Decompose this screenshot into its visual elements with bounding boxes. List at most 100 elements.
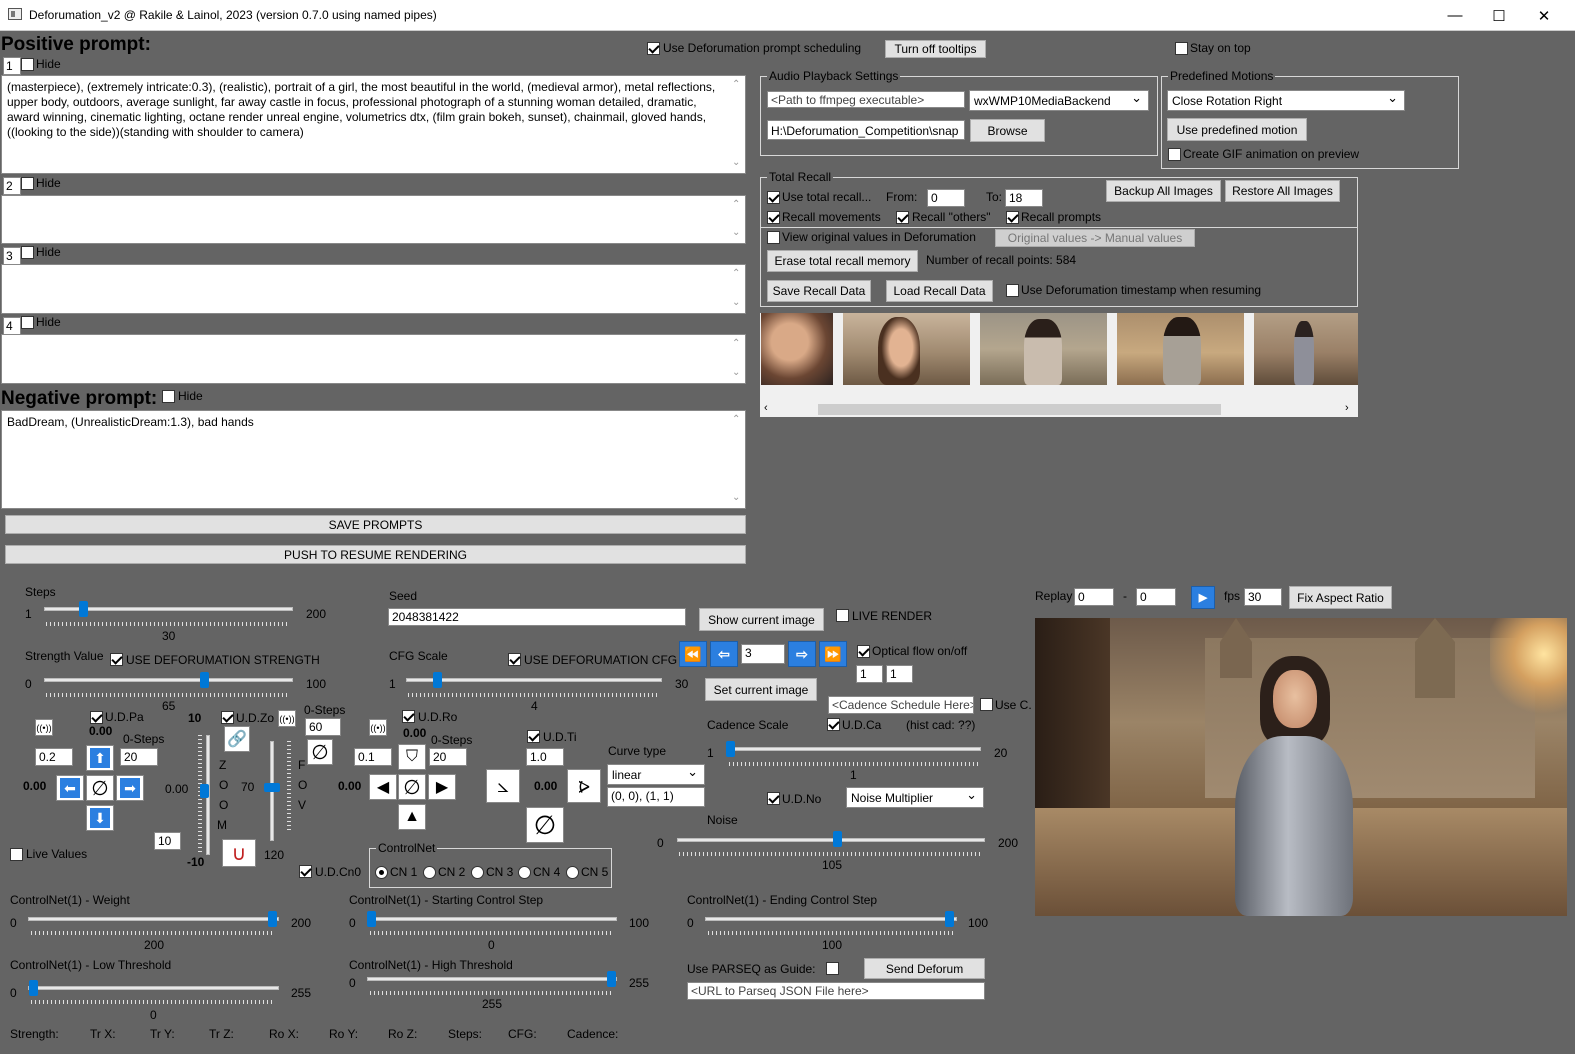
recall-others-checkbox[interactable]	[896, 211, 909, 224]
prompt-2-textarea[interactable]	[1, 195, 746, 244]
cadence-slider-thumb[interactable]	[726, 741, 735, 757]
predefined-motion-select[interactable]: Close Rotation Right	[1167, 90, 1405, 111]
recall-to-input[interactable]: 18	[1005, 189, 1043, 207]
maximize-icon[interactable]: ☐	[1476, 0, 1522, 31]
live-render-checkbox[interactable]	[836, 609, 849, 622]
cn-high-track[interactable]	[367, 977, 617, 981]
optical-flow-checkbox[interactable]	[857, 645, 870, 658]
pan-ten-input[interactable]: 10	[154, 832, 181, 850]
browse-button[interactable]: Browse	[970, 119, 1045, 142]
snapshot-path-input[interactable]: H:\Deforumation_Competition\snap	[767, 120, 965, 140]
rotation-step-input[interactable]: 0.1	[354, 748, 392, 766]
pan-reset-icon[interactable]: ∅	[86, 775, 114, 801]
replay-from-input[interactable]: 0	[1074, 588, 1114, 606]
scroll-right-icon[interactable]: ›	[1345, 402, 1349, 414]
cn-end-track[interactable]	[705, 917, 957, 921]
play-icon[interactable]: ▶	[1191, 586, 1215, 609]
rotate-left-icon[interactable]: ◀	[369, 774, 397, 800]
cn-weight-thumb[interactable]	[268, 911, 277, 927]
zoom-vertical-thumb[interactable]	[264, 783, 280, 792]
timestamp-checkbox[interactable]	[1006, 284, 1019, 297]
prompt-1-textarea[interactable]: (masterpiece), (extremely intricate:0.3)…	[1, 75, 746, 174]
cfg-slider-thumb[interactable]	[433, 672, 442, 688]
cn-low-track[interactable]	[28, 986, 279, 990]
cn1-radio[interactable]	[375, 866, 388, 879]
prompt-3-scrollbar[interactable]	[728, 266, 744, 312]
cn-start-thumb[interactable]	[367, 911, 376, 927]
save-recall-data-button[interactable]: Save Recall Data	[767, 280, 871, 302]
step-back-icon[interactable]: ⇦	[710, 641, 738, 667]
backup-all-images-button[interactable]: Backup All Images	[1106, 180, 1221, 202]
rotation-reset-icon[interactable]: ∅	[398, 774, 426, 800]
rotation-audio-icon[interactable]: ((•))	[369, 719, 387, 736]
prompt-1-hide-checkbox[interactable]	[21, 58, 34, 71]
seed-input[interactable]: 2048381422	[388, 608, 686, 626]
load-recall-data-button[interactable]: Load Recall Data	[886, 280, 993, 302]
ud-zo-checkbox[interactable]	[221, 711, 234, 724]
noise-slider-track[interactable]	[677, 838, 985, 842]
thumbnail-3[interactable]	[980, 313, 1107, 385]
prompt-1-scrollbar[interactable]	[728, 77, 744, 172]
ud-cn0-checkbox[interactable]	[299, 865, 312, 878]
cn-high-thumb[interactable]	[607, 971, 616, 987]
pan-step-input[interactable]: 0.2	[35, 748, 73, 766]
thumbnail-1[interactable]	[761, 313, 833, 385]
original-to-manual-button[interactable]: Original values -> Manual values	[995, 229, 1195, 247]
media-backend-select[interactable]: wxWMP10MediaBackend	[969, 90, 1149, 111]
rotate-right-icon[interactable]: ▶	[428, 774, 456, 800]
rewind-fast-icon[interactable]: ⏪	[679, 641, 707, 667]
cadence-slider-track[interactable]	[727, 747, 981, 751]
prompt-3-textarea[interactable]	[1, 264, 746, 314]
cn-weight-track[interactable]	[28, 917, 279, 921]
thumbnail-5[interactable]	[1254, 313, 1358, 385]
cn3-radio[interactable]	[471, 866, 484, 879]
cn2-radio[interactable]	[423, 866, 436, 879]
ud-ro-checkbox[interactable]	[402, 710, 415, 723]
cn-end-thumb[interactable]	[945, 911, 954, 927]
zoom-zero-steps-input[interactable]: 60	[305, 718, 341, 736]
use-predefined-motion-button[interactable]: Use predefined motion	[1167, 118, 1307, 141]
thumbnail-strip[interactable]: ‹ ›	[760, 313, 1358, 417]
optical-flow-a-input[interactable]: 1	[856, 665, 883, 683]
thumbnail-2[interactable]	[843, 313, 970, 385]
rotate-down-icon[interactable]: ▲	[398, 804, 426, 830]
prompt-2-scrollbar[interactable]	[728, 197, 744, 242]
scroll-thumb[interactable]	[818, 404, 1221, 415]
minimize-icon[interactable]: —	[1432, 0, 1478, 31]
ffmpeg-path-input[interactable]: <Path to ffmpeg executable>	[767, 91, 965, 108]
cn5-radio[interactable]	[566, 866, 579, 879]
ud-ti-checkbox[interactable]	[527, 730, 540, 743]
step-forward-icon[interactable]: ⇨	[788, 641, 816, 667]
create-gif-checkbox[interactable]	[1168, 148, 1181, 161]
view-original-checkbox[interactable]	[767, 231, 780, 244]
erase-recall-memory-button[interactable]: Erase total recall memory	[767, 250, 918, 272]
curve-points-input[interactable]: (0, 0), (1, 1)	[607, 787, 705, 807]
set-current-image-button[interactable]: Set current image	[705, 678, 817, 701]
rotate-up-icon[interactable]: ⛉	[398, 744, 426, 770]
cadence-schedule-input[interactable]: <Cadence Schedule Here>	[828, 696, 974, 714]
use-strength-checkbox[interactable]	[110, 653, 123, 666]
cn-start-track[interactable]	[367, 917, 617, 921]
live-values-checkbox[interactable]	[10, 848, 23, 861]
zoom-reset-icon[interactable]: ∅	[307, 739, 333, 765]
save-prompts-button[interactable]: SAVE PROMPTS	[5, 515, 746, 534]
recall-prompts-checkbox[interactable]	[1006, 211, 1019, 224]
parseq-checkbox[interactable]	[826, 962, 839, 975]
prompt-4-hide-checkbox[interactable]	[21, 316, 34, 329]
pan-vertical-thumb[interactable]	[200, 784, 209, 798]
restore-all-images-button[interactable]: Restore All Images	[1225, 180, 1340, 202]
noise-slider-thumb[interactable]	[833, 831, 842, 847]
send-deforum-button[interactable]: Send Deforum	[864, 958, 985, 979]
optical-flow-b-input[interactable]: 1	[886, 665, 913, 683]
parseq-url-input[interactable]: <URL to Parseq JSON File here>	[687, 982, 985, 1000]
tilt-step-input[interactable]: 1.0	[526, 748, 564, 766]
replay-to-input[interactable]: 0	[1136, 588, 1176, 606]
frame-input[interactable]: 3	[741, 644, 785, 664]
push-resume-button[interactable]: PUSH TO RESUME RENDERING	[5, 545, 746, 564]
show-current-image-button[interactable]: Show current image	[699, 608, 824, 631]
negative-hide-checkbox[interactable]	[162, 390, 175, 403]
scroll-left-icon[interactable]: ‹	[764, 402, 768, 414]
prompt-3-hide-checkbox[interactable]	[21, 246, 34, 259]
strength-slider-track[interactable]	[44, 678, 293, 682]
recall-from-input[interactable]: 0	[927, 189, 965, 207]
